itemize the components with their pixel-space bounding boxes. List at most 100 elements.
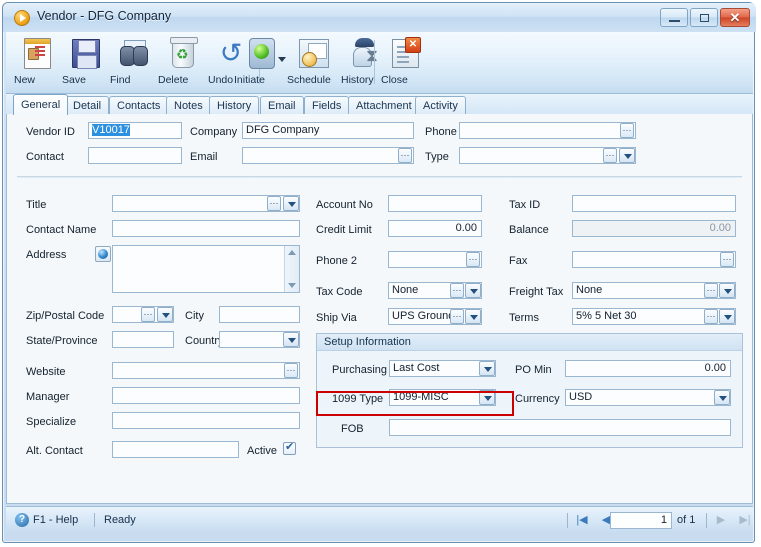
- state-input[interactable]: [112, 331, 174, 348]
- phone2-picker-button[interactable]: ···: [466, 252, 480, 267]
- zip-dropdown-button[interactable]: [157, 307, 173, 322]
- toolbar-button-close[interactable]: ✕ Close: [381, 35, 427, 91]
- balance-label: Balance: [509, 224, 549, 236]
- first-record-button[interactable]: |◀: [573, 512, 591, 529]
- toolbar-button-initiate[interactable]: Initiate: [234, 35, 290, 91]
- toolbar-label-undo: Undo: [208, 74, 234, 86]
- question-mark-icon: ?: [15, 513, 29, 527]
- toolbar-separator-2: [374, 40, 375, 84]
- website-input[interactable]: [112, 362, 300, 379]
- last-record-button[interactable]: ▶|: [736, 512, 754, 529]
- alt-contact-input[interactable]: [112, 441, 239, 458]
- toolbar-button-schedule[interactable]: Schedule: [287, 35, 339, 91]
- po-min-input[interactable]: 0.00: [565, 360, 731, 377]
- zip-picker-button[interactable]: ···: [141, 307, 155, 322]
- email-picker-button[interactable]: ···: [398, 148, 412, 163]
- fob-input[interactable]: [389, 419, 731, 436]
- ship-via-dropdown-button[interactable]: [465, 309, 481, 324]
- tab-notes[interactable]: Notes: [166, 96, 211, 115]
- phone2-label: Phone 2: [316, 255, 357, 267]
- website-label: Website: [26, 366, 66, 378]
- chevron-down-icon[interactable]: [278, 57, 286, 62]
- phone-input[interactable]: [459, 122, 636, 139]
- account-no-input[interactable]: [388, 195, 482, 212]
- active-checkbox[interactable]: [283, 440, 296, 455]
- toolbar: New Save Find Delete ↺ Undo Initiate: [6, 32, 753, 94]
- next-record-button[interactable]: ▶: [712, 512, 730, 529]
- terms-picker-button[interactable]: ···: [704, 309, 718, 324]
- setup-information-group: Setup Information Purchasing Last Cost P…: [316, 333, 743, 448]
- tab-attachment[interactable]: Attachment: [348, 96, 420, 115]
- specialize-input[interactable]: [112, 412, 300, 429]
- type-dropdown-button[interactable]: [619, 148, 635, 163]
- country-dropdown-button[interactable]: [283, 332, 299, 347]
- toolbar-button-new[interactable]: New: [14, 35, 60, 91]
- close-window-button[interactable]: ✕: [720, 8, 750, 27]
- purchasing-label: Purchasing: [332, 364, 388, 376]
- email-input[interactable]: [242, 147, 414, 164]
- title-label: Title: [26, 199, 47, 211]
- manager-input[interactable]: [112, 387, 300, 404]
- toolbar-label-new: New: [14, 74, 36, 86]
- tax-id-label: Tax ID: [509, 199, 541, 211]
- contact-name-input[interactable]: [112, 220, 300, 237]
- tab-email[interactable]: Email: [260, 96, 304, 115]
- globe-icon[interactable]: [95, 246, 111, 262]
- close-icon: ✕: [729, 10, 741, 25]
- tax-code-dropdown-button[interactable]: [465, 283, 481, 298]
- contact-input[interactable]: [88, 147, 182, 164]
- currency-select[interactable]: USD: [565, 389, 731, 406]
- document-close-icon: ✕: [387, 37, 421, 69]
- status-separator: [94, 513, 95, 527]
- website-picker-button[interactable]: ···: [284, 363, 298, 378]
- toolbar-button-find[interactable]: Find: [110, 35, 156, 91]
- address-scrollbar[interactable]: [284, 246, 299, 292]
- title-picker-button[interactable]: ···: [267, 196, 281, 211]
- terms-dropdown-button[interactable]: [719, 309, 735, 324]
- tab-history[interactable]: History: [209, 96, 260, 115]
- company-input[interactable]: DFG Company: [242, 122, 414, 139]
- type-picker-button[interactable]: ···: [603, 148, 617, 163]
- type1099-dropdown-button[interactable]: [479, 390, 495, 405]
- ship-via-label: Ship Via: [316, 312, 357, 324]
- toolbar-label-close: Close: [381, 74, 408, 86]
- city-input[interactable]: [219, 306, 300, 323]
- toolbar-button-delete[interactable]: Delete: [158, 35, 206, 91]
- new-record-icon: [20, 37, 54, 69]
- manager-label: Manager: [26, 391, 70, 403]
- freight-tax-picker-button[interactable]: ···: [704, 283, 718, 298]
- phone-label: Phone: [425, 126, 457, 138]
- fax-input[interactable]: [572, 251, 736, 268]
- specialize-label: Specialize: [26, 416, 77, 428]
- tab-fields[interactable]: Fields: [304, 96, 350, 115]
- tax-id-input[interactable]: [572, 195, 736, 212]
- nav-separator-right: [706, 513, 707, 528]
- vendor-id-input[interactable]: V10017: [88, 122, 182, 139]
- fob-label: FOB: [341, 423, 364, 435]
- title-dropdown-button[interactable]: [283, 196, 299, 211]
- tab-contacts[interactable]: Contacts: [109, 96, 169, 115]
- credit-limit-input[interactable]: 0.00: [388, 220, 482, 237]
- contact-label: Contact: [26, 151, 64, 163]
- maximize-button[interactable]: [690, 8, 718, 27]
- toolbar-button-save[interactable]: Save: [62, 35, 108, 91]
- purchasing-dropdown-button[interactable]: [479, 361, 495, 376]
- tab-detail[interactable]: Detail: [65, 96, 110, 115]
- tab-activity[interactable]: Activity: [415, 96, 466, 115]
- ship-via-picker-button[interactable]: ···: [450, 309, 464, 324]
- tab-general[interactable]: General: [13, 94, 69, 115]
- help-text[interactable]: F1 - Help: [33, 514, 78, 526]
- freight-tax-dropdown-button[interactable]: [719, 283, 735, 298]
- currency-label: Currency: [515, 393, 560, 405]
- fax-picker-button[interactable]: ···: [720, 252, 734, 267]
- address-textarea[interactable]: [112, 245, 300, 293]
- minimize-button[interactable]: [660, 8, 688, 27]
- alt-contact-label: Alt. Contact: [26, 445, 83, 457]
- currency-dropdown-button[interactable]: [714, 390, 730, 405]
- phone-picker-button[interactable]: ···: [620, 123, 634, 138]
- terms-label: Terms: [509, 312, 539, 324]
- record-number-input[interactable]: 1: [610, 512, 672, 529]
- contact-name-label: Contact Name: [26, 224, 97, 236]
- tax-code-picker-button[interactable]: ···: [450, 283, 464, 298]
- email-label: Email: [190, 151, 218, 163]
